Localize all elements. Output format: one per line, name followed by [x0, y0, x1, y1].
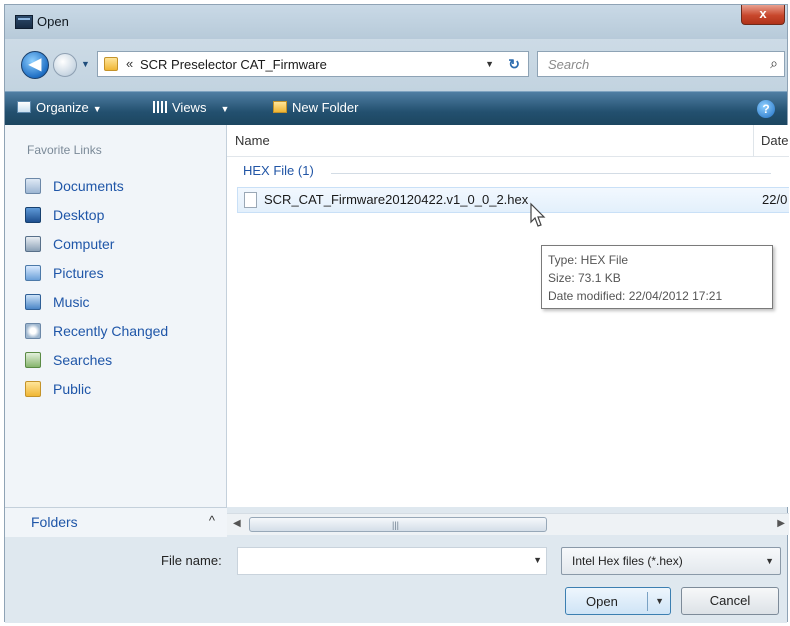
sidebar-item-computer[interactable]: Computer [25, 229, 168, 258]
address-dropdown[interactable]: ▼ [485, 59, 494, 69]
open-options-dropdown[interactable]: ▼ [655, 596, 664, 606]
open-label: Open [586, 594, 618, 609]
music-icon [25, 293, 41, 310]
favorite-links-header: Favorite Links [27, 143, 102, 157]
tooltip-type: Type: HEX File [548, 253, 629, 267]
pictures-icon [25, 264, 41, 281]
forward-button[interactable] [53, 53, 77, 77]
file-name-dropdown[interactable]: ▼ [533, 555, 542, 565]
sidebar-item-desktop[interactable]: Desktop [25, 200, 168, 229]
organize-label: Organize [36, 100, 89, 115]
folders-toggle[interactable]: Folders ^ [5, 507, 227, 537]
sidebar-item-pictures[interactable]: Pictures [25, 258, 168, 287]
group-divider [331, 173, 771, 174]
organize-button[interactable]: Organize ▼ [17, 100, 102, 115]
searches-icon [25, 351, 41, 368]
column-header-name[interactable]: Name [235, 133, 270, 148]
sidebar-item-label: Public [53, 380, 92, 397]
open-dialog: Open x ◀ ▼ « SCR Preselector CAT_Firmwar… [4, 4, 789, 623]
file-name-label: File name: [161, 553, 222, 568]
close-button[interactable]: x [741, 5, 785, 25]
scroll-right-arrow[interactable]: ▶ [777, 518, 785, 529]
breadcrumb-overflow[interactable]: « [126, 56, 133, 71]
views-chevron-down-icon: ▼ [220, 104, 230, 114]
cancel-button[interactable]: Cancel [681, 587, 779, 615]
views-button[interactable]: Views ▼ [153, 100, 229, 115]
search-icon[interactable]: ⌕ [770, 55, 778, 72]
recent-pages-dropdown[interactable]: ▼ [81, 59, 90, 69]
views-label: Views [172, 100, 207, 115]
documents-icon [25, 177, 41, 194]
public-icon [25, 380, 41, 397]
title-bar[interactable]: Open x [5, 5, 787, 39]
file-info-tooltip: Type: HEX File Size: 73.1 KB Date modifi… [541, 245, 773, 309]
column-header-date[interactable]: Date [761, 133, 788, 148]
file-date: 22/0 [762, 192, 788, 207]
sidebar-item-label: Music [53, 293, 90, 310]
open-button[interactable]: Open ▼ [565, 587, 671, 615]
new-folder-button[interactable]: New Folder [273, 100, 358, 115]
search-placeholder: Search [548, 57, 590, 72]
sidebar-item-label: Recently Changed [53, 322, 169, 339]
file-row[interactable]: SCR_CAT_Firmware20120422.v1_0_0_2.hex 22… [237, 187, 789, 213]
file-list: Name Date HEX File (1) SCR_CAT_Firmware2… [227, 125, 789, 535]
desktop-icon [25, 206, 41, 223]
scroll-left-arrow[interactable]: ◀ [233, 518, 241, 529]
app-icon [15, 15, 33, 29]
sidebar-item-searches[interactable]: Searches [25, 345, 168, 374]
refresh-icon[interactable]: ↻ [508, 56, 520, 73]
organize-icon [17, 101, 31, 113]
command-bar: Organize ▼ Views ▼ New Folder ? [5, 91, 787, 125]
horizontal-scrollbar[interactable]: ◀ ||| ▶ [227, 513, 789, 535]
tooltip-size: Size: 73.1 KB [548, 271, 621, 285]
file-type-select[interactable]: Intel Hex files (*.hex) ▼ [561, 547, 781, 575]
window-title: Open [37, 14, 69, 29]
organize-chevron-down-icon: ▼ [92, 104, 102, 114]
views-icon [153, 101, 167, 113]
sidebar-item-label: Pictures [53, 264, 104, 281]
file-type-value: Intel Hex files (*.hex) [572, 554, 683, 568]
file-name-field[interactable]: ▼ [237, 547, 547, 575]
computer-icon [25, 235, 41, 252]
column-headers: Name Date [227, 125, 789, 157]
dialog-footer: File name: ▼ Intel Hex files (*.hex) ▼ O… [5, 539, 787, 623]
mouse-cursor-icon [530, 202, 546, 227]
new-folder-icon [273, 101, 287, 113]
file-name[interactable]: SCR_CAT_Firmware20120422.v1_0_0_2.hex [264, 192, 528, 207]
sidebar-item-documents[interactable]: Documents [25, 171, 168, 200]
recently-changed-icon [25, 322, 41, 339]
sidebar-item-public[interactable]: Public [25, 374, 168, 403]
folders-label: Folders [31, 514, 78, 530]
sidebar-item-label: Searches [53, 351, 113, 368]
folder-icon [104, 57, 118, 71]
search-input[interactable]: Search ⌕ [537, 51, 785, 77]
sidebar-item-music[interactable]: Music [25, 287, 168, 316]
sidebar-item-label: Computer [53, 235, 115, 252]
favorite-links-list: Documents Desktop Computer Pictures Musi… [25, 171, 168, 403]
group-header[interactable]: HEX File (1) [243, 163, 314, 178]
scroll-grip-icon: ||| [392, 520, 400, 530]
sidebar-item-recently-changed[interactable]: Recently Changed [25, 316, 168, 345]
sidebar-item-label: Desktop [53, 206, 105, 223]
breadcrumb-current-folder[interactable]: SCR Preselector CAT_Firmware [140, 57, 327, 72]
scroll-thumb[interactable]: ||| [249, 517, 547, 532]
column-divider[interactable] [753, 125, 754, 157]
file-icon [244, 192, 257, 208]
address-row: ◀ ▼ « SCR Preselector CAT_Firmware ▼ ↻ S… [5, 39, 787, 91]
split-divider [647, 592, 648, 611]
sidebar-item-label: Documents [53, 177, 124, 194]
new-folder-label: New Folder [292, 100, 359, 115]
chevron-up-icon[interactable]: ^ [209, 513, 215, 528]
tooltip-date-modified: Date modified: 22/04/2012 17:21 [548, 289, 723, 303]
address-bar[interactable]: « SCR Preselector CAT_Firmware ▼ ↻ [97, 51, 529, 77]
help-icon[interactable]: ? [757, 100, 775, 118]
back-button[interactable]: ◀ [21, 51, 49, 79]
chevron-down-icon: ▼ [765, 556, 774, 566]
navigation-pane: Favorite Links Documents Desktop Compute… [5, 125, 227, 537]
